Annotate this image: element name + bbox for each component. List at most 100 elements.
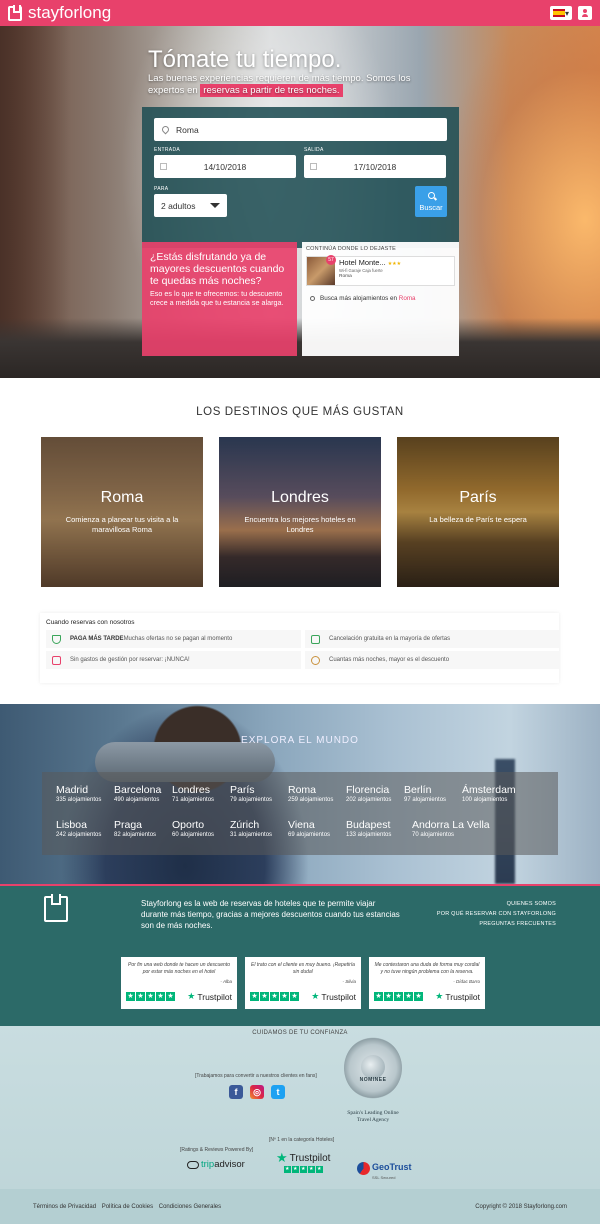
- trust-title: CUIDAMOS DE TU CONFIANZA: [252, 1030, 348, 1036]
- checkin-label: ENTRADA: [154, 147, 180, 153]
- calendar-icon: [160, 163, 167, 170]
- guests-select[interactable]: 2 adultos: [154, 194, 227, 217]
- hotel-city: Roma: [339, 274, 352, 279]
- privacy-link[interactable]: Términos de Privacidad: [33, 1204, 96, 1210]
- brand-logo[interactable]: stayforlong: [8, 3, 111, 23]
- explore-city-item[interactable]: Ámsterdam 100 alojamientos: [462, 784, 522, 819]
- trustpilot-logo: ★ Trustpilot: [187, 991, 232, 1002]
- search-button[interactable]: Buscar: [415, 186, 447, 217]
- trustpilot-badge[interactable]: ★ Trustpilot ★ ★ ★ ★ ★: [276, 1150, 330, 1173]
- review-quote: Por fin una web donde te hacen un descue…: [127, 962, 231, 975]
- destination-desc: La belleza de París te espera: [429, 515, 527, 524]
- trustpilot-logo: ★ Trustpilot: [311, 991, 356, 1002]
- benefit-bold: PAGA MÁS TARDE: [70, 636, 124, 642]
- tripadvisor-logo[interactable]: trip advisor: [187, 1159, 245, 1170]
- footer-link-why[interactable]: POR QUÉ RESERVAR CON STAYFORLONG: [437, 909, 556, 919]
- city-name: Viena: [288, 819, 315, 831]
- city-name: Lisboa: [56, 819, 87, 831]
- checkout-value: 17/10/2018: [353, 161, 397, 172]
- geotrust-badge[interactable]: GeoTrust SSL Secured: [357, 1157, 412, 1180]
- city-count: 259 alojamientos: [288, 797, 334, 803]
- promo-title: ¿Estás disfrutando ya de mayores descuen…: [150, 251, 285, 287]
- continue-title: CONTINÚA DONDE LO DEJASTE: [306, 246, 396, 252]
- promo-panel: ¿Estás disfrutando ya de mayores descuen…: [142, 242, 297, 356]
- review-author: - Silvia: [342, 979, 356, 984]
- city-count: 490 alojamientos: [114, 797, 160, 803]
- city-count: 242 alojamientos: [56, 832, 102, 838]
- hero-subtitle: Las buenas experiencias requieren de más…: [148, 73, 448, 97]
- language-selector[interactable]: ▾: [550, 6, 572, 20]
- destination-input[interactable]: Roma: [154, 118, 447, 141]
- explore-city-item[interactable]: Viena 69 alojamientos: [288, 819, 346, 854]
- explore-cities-panel: Madrid 335 alojamientos Barcelona 490 aloja…: [42, 772, 558, 855]
- explore-city-item[interactable]: Roma 259 alojamientos: [288, 784, 346, 819]
- city-name: Madrid: [56, 784, 89, 796]
- guests-label: PARA: [154, 186, 169, 192]
- trustpilot-stars: ★ ★ ★ ★ ★: [126, 992, 175, 1001]
- explore-city-item[interactable]: Budapest 133 alojamientos: [346, 819, 412, 854]
- explore-city-item[interactable]: Andorra La Vella 70 alojamientos: [412, 819, 492, 854]
- trustpilot-stars: ★ ★ ★ ★ ★: [250, 992, 299, 1001]
- explore-title: EXPLORA EL MUNDO: [241, 735, 359, 746]
- logo-icon: [8, 4, 22, 21]
- location-pin-icon: [160, 124, 171, 135]
- city-count: 71 alojamientos: [172, 797, 215, 803]
- instagram-icon[interactable]: ◎: [250, 1085, 264, 1099]
- twitter-icon[interactable]: t: [271, 1085, 285, 1099]
- benefit-item: Cancelación gratuita en la mayoría de of…: [305, 630, 560, 648]
- footer-link-about[interactable]: QUIENES SOMOS: [437, 899, 556, 909]
- review-card: Por fin una web donde te hacen un descue…: [121, 957, 237, 1009]
- recent-hotel-card[interactable]: 57 Hotel Monte... ★★★ Wi-fi Garaje Caja f…: [306, 255, 455, 286]
- ratings-caption: [Ratings & Reviews Powered By]: [180, 1147, 254, 1153]
- review-quote: El trato con el cliente es muy bueno. ¡R…: [251, 962, 355, 975]
- checkout-input[interactable]: 17/10/2018: [304, 155, 446, 178]
- destination-card-paris[interactable]: París La belleza de París te espera: [397, 437, 559, 587]
- explore-city-item[interactable]: Oporto 60 alojamientos: [172, 819, 230, 854]
- hero-subtitle-highlight: reservas a partir de tres noches.: [200, 84, 343, 97]
- benefit-text: Muchas ofertas no se pagan al momento: [123, 636, 233, 642]
- explore-city-item[interactable]: Madrid 335 alojamientos: [56, 784, 114, 819]
- cookies-link[interactable]: Política de Cookies: [102, 1204, 153, 1210]
- trustpilot-logo: ★ Trustpilot: [435, 991, 480, 1002]
- city-name: Florencia: [346, 784, 390, 796]
- facebook-icon[interactable]: f: [229, 1085, 243, 1099]
- award-caption: Spain's Leading Online Travel Agency: [347, 1110, 399, 1123]
- explore-city-item[interactable]: Florencia 202 alojamientos: [346, 784, 404, 819]
- city-count: 133 alojamientos: [346, 832, 392, 838]
- explore-city-item[interactable]: Praga 82 alojamientos: [114, 819, 172, 854]
- explore-city-item[interactable]: Barcelona 490 alojamientos: [114, 784, 172, 819]
- explore-city-item[interactable]: París 79 alojamientos: [230, 784, 288, 819]
- explore-city-item[interactable]: Lisboa 242 alojamientos: [56, 819, 114, 854]
- explore-city-item[interactable]: Zúrich 31 alojamientos: [230, 819, 288, 854]
- city-count: 60 alojamientos: [172, 832, 215, 838]
- more-search-link[interactable]: Busca más alojamientos en Roma: [302, 286, 459, 302]
- city-count: 97 alojamientos: [404, 797, 447, 803]
- footer-link-faq[interactable]: PREGUNTAS FRECUENTES: [437, 919, 556, 929]
- destination-card-londres[interactable]: Londres Encuentra los mejores hoteles en…: [219, 437, 381, 587]
- brand-name: stayforlong: [28, 3, 112, 22]
- destination-desc: Encuentra los mejores hoteles en Londres: [244, 515, 356, 534]
- user-account-button[interactable]: [578, 6, 592, 20]
- city-name: Zúrich: [230, 819, 260, 831]
- checkin-input[interactable]: 14/10/2018: [154, 155, 296, 178]
- destination-name: Londres: [271, 489, 329, 506]
- destination-value: Roma: [176, 124, 199, 135]
- terms-link[interactable]: Condiciones Generales: [159, 1204, 221, 1210]
- city-name: Oporto: [172, 819, 205, 831]
- benefit-item: PAGA MÁS TARDE Muchas ofertas no se pagan…: [46, 630, 301, 648]
- explore-city-item[interactable]: Berlín 97 alojamientos: [404, 784, 462, 819]
- hotel-stars: ★★★: [387, 261, 402, 267]
- city-count: 70 alojamientos: [412, 832, 455, 838]
- city-count: 69 alojamientos: [288, 832, 331, 838]
- trustpilot-caption: [Nº 1 en la categoría Hoteles]: [269, 1137, 335, 1143]
- calendar-icon: [310, 163, 317, 170]
- benefits-title: Cuando reservas con nosotros: [46, 619, 135, 626]
- benefit-item: Sin gastos de gestión por reservar: ¡NUN…: [46, 651, 301, 669]
- destination-card-roma[interactable]: Roma Comienza a planear tus visita a la …: [41, 437, 203, 587]
- explore-city-item[interactable]: Londres 71 alojamientos: [172, 784, 230, 819]
- trust-note: [Trabajamos para convertir a nuestros cl…: [195, 1073, 317, 1079]
- checkout-label: SALIDA: [304, 147, 324, 153]
- trust-section: CUIDAMOS DE TU CONFIANZA [Trabajamos par…: [0, 1026, 600, 1189]
- search-button-label: Buscar: [419, 202, 443, 212]
- promo-text: Eso es lo que te ofrecemos: tu descuento…: [150, 289, 284, 307]
